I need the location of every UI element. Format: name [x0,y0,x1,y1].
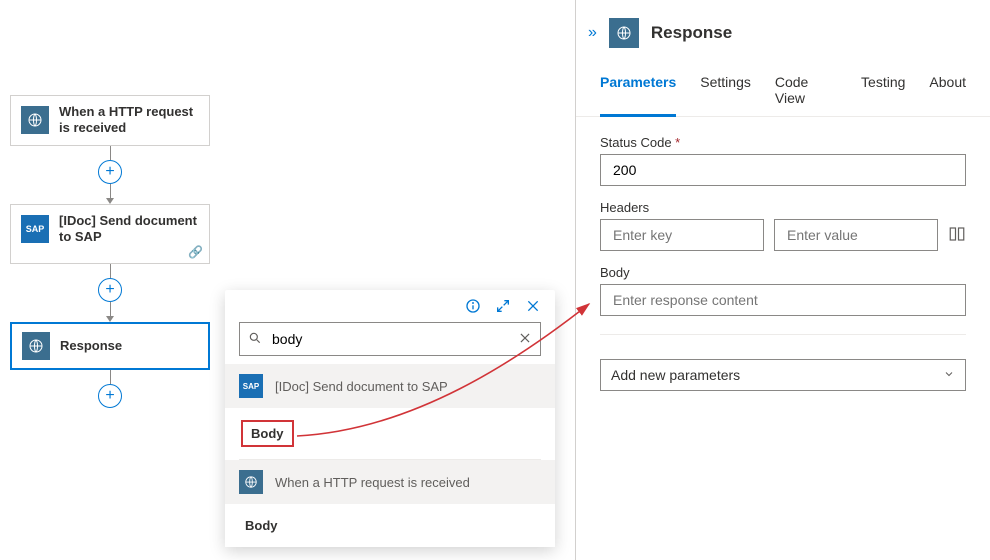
connector: + [10,264,210,322]
tab-about[interactable]: About [929,70,966,116]
insert-step-button[interactable]: + [98,160,122,184]
panel-title: Response [651,23,732,43]
close-icon[interactable] [525,298,541,314]
token-search-input[interactable] [239,322,541,356]
field-label: Status Code [600,135,672,150]
token-item[interactable]: Body [225,504,555,547]
step-label: When a HTTP request is received [59,104,199,137]
tab-code-view[interactable]: Code View [775,70,837,116]
body-token[interactable]: Body [241,420,294,447]
info-icon[interactable] [465,298,481,314]
request-trigger-icon [239,470,263,494]
workflow-designer: When a HTTP request is received + SAP [I… [10,95,210,408]
add-new-parameters-select[interactable]: Add new parameters [600,359,966,391]
header-value-input[interactable] [774,219,938,251]
connector: + [10,370,210,408]
required-indicator: * [675,135,680,150]
chevron-down-icon [943,367,955,383]
connector: + [10,146,210,204]
body-token[interactable]: Body [241,516,282,535]
status-code-input[interactable] [600,154,966,186]
search-icon [248,331,262,348]
response-action-icon [22,332,50,360]
sap-connector-icon: SAP [239,374,263,398]
search-field[interactable] [270,330,510,348]
status-code-field: Status Code * [600,135,966,186]
workflow-step-trigger[interactable]: When a HTTP request is received [10,95,210,146]
collapse-panel-icon[interactable]: » [588,24,597,42]
insert-step-button[interactable]: + [98,278,122,302]
token-group-sap[interactable]: SAP [IDoc] Send document to SAP [225,364,555,408]
workflow-step-sap[interactable]: SAP [IDoc] Send document to SAP 🔗 [10,204,210,265]
step-label: [IDoc] Send document to SAP [59,213,199,246]
token-group-label: When a HTTP request is received [275,475,470,490]
dynamic-content-popup: SAP [IDoc] Send document to SAP Body Whe… [225,290,555,547]
headers-field: Headers [600,200,966,251]
workflow-step-response[interactable]: Response [10,322,210,370]
panel-tabs: Parameters Settings Code View Testing Ab… [576,62,990,117]
connection-indicator-icon: 🔗 [188,245,203,259]
tab-parameters[interactable]: Parameters [600,70,676,117]
token-group-request[interactable]: When a HTTP request is received [225,460,555,504]
body-input[interactable] [600,284,966,316]
toggle-text-mode-icon[interactable] [948,225,966,246]
token-item[interactable]: Body [225,408,555,459]
sap-connector-icon: SAP [21,215,49,243]
header-key-input[interactable] [600,219,764,251]
token-group-label: [IDoc] Send document to SAP [275,379,448,394]
tab-testing[interactable]: Testing [861,70,905,116]
insert-step-button[interactable]: + [98,384,122,408]
tab-settings[interactable]: Settings [700,70,751,116]
field-label: Headers [600,200,966,215]
body-field: Body [600,265,966,316]
field-label: Body [600,265,966,280]
clear-search-icon[interactable] [518,331,532,348]
response-action-icon [609,18,639,48]
request-trigger-icon [21,106,49,134]
select-label: Add new parameters [611,367,740,383]
expand-icon[interactable] [495,298,511,314]
step-label: Response [60,338,122,354]
action-settings-panel: » Response Parameters Settings Code View… [575,0,990,560]
divider [600,334,966,335]
